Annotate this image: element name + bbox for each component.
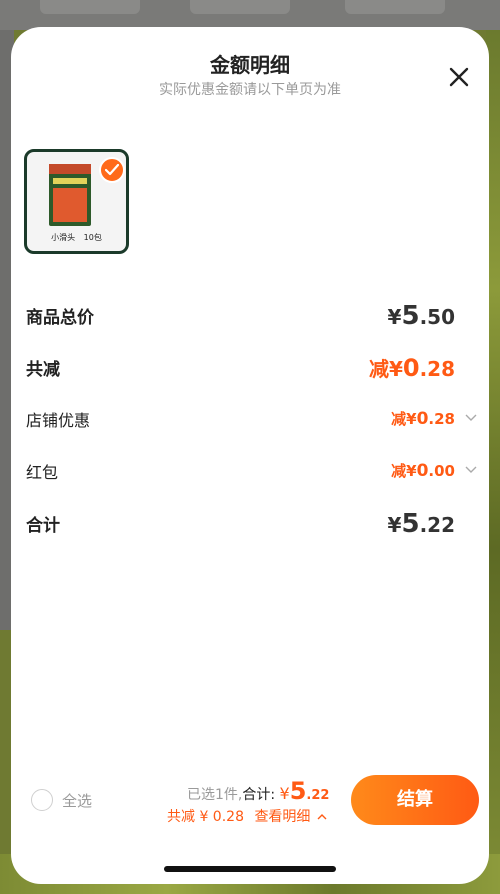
chevron-down-icon[interactable] [465, 414, 477, 422]
shop-discount-value[interactable]: 减¥0.28 [391, 408, 455, 429]
footer-currency: ¥ [279, 784, 290, 803]
footer-summary: 已选1件,合计: ¥5.22 [187, 777, 329, 805]
background-top-bar [0, 0, 500, 30]
product-name: 小滑头 [51, 233, 76, 242]
product-thumbnail[interactable]: 小滑头 10包 [24, 149, 129, 254]
background-chip [40, 0, 140, 14]
sheet-title: 金额明细 [210, 53, 290, 77]
view-detail-link[interactable]: 查看明细 [254, 809, 310, 825]
sum-value: ¥5.22 [387, 509, 455, 539]
select-all-label[interactable]: 全选 [62, 790, 92, 811]
sum-label: 合计 [26, 516, 60, 536]
total-price-label: 商品总价 [26, 308, 94, 328]
amount-detail-sheet: 金额明细 实际优惠金额请以下单页为准 小滑头 10包 商品总价 ¥5.50 共减… [11, 27, 489, 884]
sheet-subtitle: 实际优惠金额请以下单页为准 [159, 82, 341, 98]
footer-discount-text: 共减 ¥ 0.28 [167, 809, 244, 825]
background-chip [345, 0, 445, 14]
total-reduce-value: 减¥0.28 [368, 354, 455, 382]
footer-sum-label: 合计: [242, 787, 276, 803]
close-icon [449, 67, 469, 87]
product-selected-check[interactable] [99, 157, 125, 183]
product-qty: 10包 [83, 233, 102, 242]
selected-count-text: 已选1件, [187, 787, 243, 803]
checkout-button[interactable]: 结算 [351, 775, 479, 825]
footer-discount[interactable]: 共减 ¥ 0.28 查看明细 [167, 806, 327, 826]
footer-sum-dec: .22 [306, 788, 330, 803]
chevron-up-icon[interactable] [317, 813, 327, 821]
chevron-down-icon[interactable] [465, 466, 477, 474]
red-packet-label: 红包 [26, 463, 59, 482]
close-button[interactable] [447, 65, 471, 89]
product-image [49, 164, 91, 226]
total-reduce-label: 共减 [26, 360, 60, 380]
product-caption: 小滑头 10包 [27, 232, 126, 243]
shop-discount-label: 店铺优惠 [26, 411, 91, 430]
check-icon [105, 164, 119, 176]
footer-sum-int: 5 [289, 777, 307, 805]
red-packet-value[interactable]: 减¥0.00 [391, 460, 455, 481]
select-all-radio[interactable] [31, 789, 53, 811]
home-indicator [164, 866, 336, 872]
total-price-value: ¥5.50 [387, 301, 455, 331]
background-chip [190, 0, 290, 14]
